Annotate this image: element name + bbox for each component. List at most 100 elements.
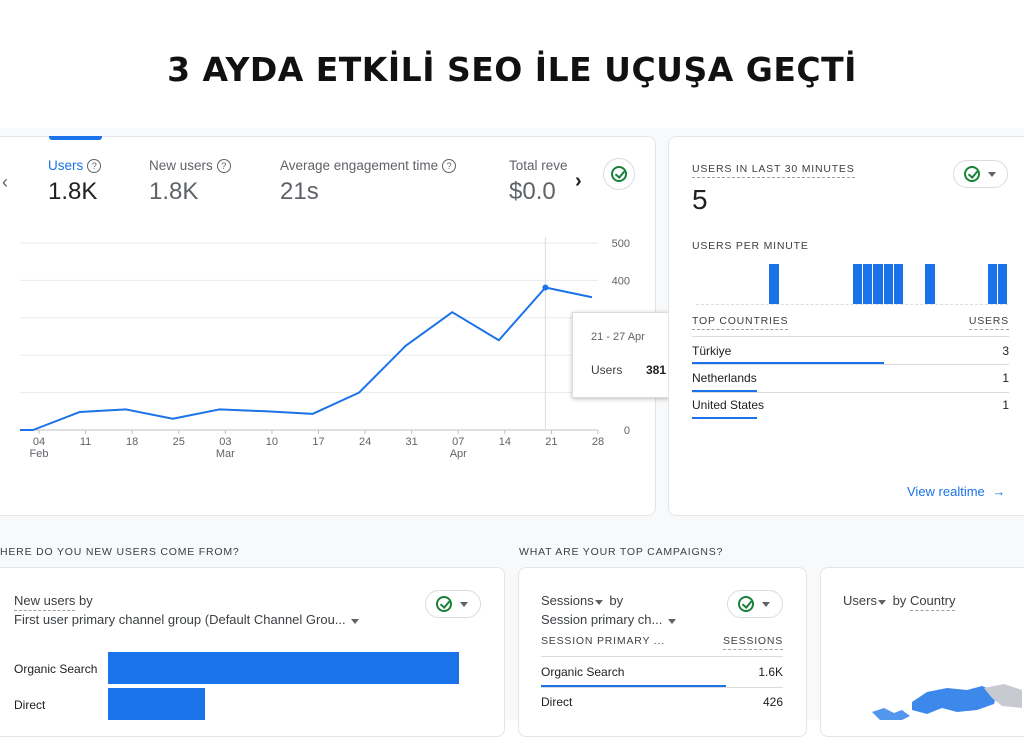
new-users-status-dropdown[interactable] (425, 590, 481, 618)
help-icon[interactable]: ? (87, 159, 102, 173)
realtime-status-dropdown[interactable] (953, 160, 1008, 188)
tooltip-label: Users (591, 363, 623, 377)
campaigns-section-heading: WHAT ARE YOUR TOP CAMPAIGNS? (519, 546, 724, 558)
campaigns-status-dropdown[interactable] (727, 590, 783, 618)
x-tick-label: 14 (499, 436, 511, 448)
campaigns-dimension-dropdown[interactable]: Session primary ch... (541, 612, 676, 627)
country-row[interactable]: United States 1 (692, 393, 1009, 421)
country-users: 3 (1002, 344, 1009, 358)
y-tick-label: 500 (612, 238, 630, 250)
campaigns-col2-heading: SESSIONS (723, 635, 784, 650)
active-tab-indicator (49, 136, 102, 140)
divider (541, 687, 783, 688)
caret-down-icon (668, 619, 676, 624)
chevron-left-icon[interactable]: ‹ (2, 172, 8, 193)
metric-revenue-label: Total reve (509, 158, 567, 173)
x-tick-month-label: Apr (450, 448, 467, 460)
caret-down-icon (762, 601, 770, 607)
channel-label: Organic Search (14, 662, 98, 676)
users-per-minute-heading: USERS PER MINUTE (692, 240, 809, 252)
minute-bar (894, 264, 904, 304)
check-circle-icon (436, 596, 452, 612)
check-circle-icon (738, 596, 754, 612)
x-tick-label: 10 (266, 436, 278, 448)
minute-bar (998, 264, 1008, 304)
minute-bar (873, 264, 883, 304)
campaigns-title[interactable]: Sessions by (541, 593, 623, 608)
minute-bar (862, 264, 873, 304)
minute-bar (883, 264, 894, 304)
x-tick-label: 31 (406, 436, 418, 448)
top-countries-heading: TOP COUNTRIES (692, 315, 789, 330)
x-tick-label: 28 (592, 436, 604, 448)
metric-engagement-value: 21s (280, 178, 319, 205)
country-users: 1 (1002, 371, 1009, 385)
view-realtime-link[interactable]: View realtime → (907, 484, 1005, 499)
x-tick-label: 11 (80, 436, 91, 448)
y-tick-label: 400 (612, 275, 630, 287)
metric-new-users-label[interactable]: New users? (149, 158, 231, 173)
caret-down-icon (351, 619, 360, 624)
tooltip-value: 381 (645, 363, 666, 377)
channel-label: Direct (14, 698, 46, 712)
metric-revenue-value: $0.0 (509, 178, 556, 205)
minute-bar (852, 264, 862, 304)
metric-new-users-value: 1.8K (149, 178, 199, 205)
country-share-bar (692, 417, 757, 419)
x-tick-label: 21 (545, 436, 557, 448)
help-icon[interactable]: ? (216, 159, 231, 173)
country-users: 1 (1002, 398, 1009, 412)
world-map (872, 684, 1022, 720)
x-tick-label: 03 (219, 436, 231, 448)
campaigns-col1-heading: SESSION PRIMARY ... (541, 635, 665, 647)
users-per-minute-chart (696, 262, 1008, 305)
metric-revenue-clip[interactable]: Total reve $0.0 (509, 150, 567, 210)
caret-down-icon (460, 601, 468, 607)
users-column-heading: USERS (966, 315, 1009, 330)
realtime-heading: USERS IN LAST 30 MINUTES (692, 163, 855, 178)
help-icon[interactable]: ? (442, 159, 457, 173)
x-tick-label: 25 (173, 436, 185, 448)
minute-bar (769, 264, 779, 304)
x-tick-label: 04 (33, 436, 45, 448)
x-tick-label: 24 (359, 436, 371, 448)
country-row[interactable]: Netherlands 1 (692, 365, 1009, 393)
channel-bar[interactable] (108, 688, 205, 720)
x-tick-label: 17 (312, 436, 324, 448)
minute-bar (987, 264, 998, 304)
campaign-value: 426 (762, 695, 783, 709)
new-users-dimension-dropdown[interactable]: First user primary channel group (Defaul… (14, 612, 360, 627)
metric-engagement-label[interactable]: Average engagement time? (280, 158, 457, 173)
x-tick-month-label: Mar (216, 448, 235, 460)
country-name: Netherlands (692, 371, 757, 385)
country-card-title[interactable]: Users by Country (843, 593, 956, 611)
x-tick-label: 07 (452, 436, 464, 448)
country-name: United States (692, 398, 765, 412)
metric-users-label[interactable]: Users? (48, 158, 102, 173)
campaign-value: 1.6K (758, 665, 783, 679)
country-name: Türkiye (692, 344, 732, 358)
users-data-point (542, 284, 549, 291)
divider (541, 656, 783, 657)
minute-bar (925, 264, 935, 304)
metric-users-value: 1.8K (48, 178, 98, 205)
x-tick-label: 18 (126, 436, 138, 448)
campaign-name: Organic Search (541, 665, 625, 679)
page-title: 3 AYDA ETKİLİ SEO İLE UÇUŞA GEÇTİ (167, 50, 857, 89)
country-row[interactable]: Türkiye 3 (692, 337, 1009, 365)
new-users-title[interactable]: New users by (14, 593, 93, 611)
check-circle-icon[interactable] (603, 158, 635, 190)
new-users-section-heading: HERE DO YOU NEW USERS COME FROM? (0, 546, 240, 558)
users-series-line (20, 286, 593, 431)
y-tick-label: 0 (624, 425, 630, 437)
caret-down-icon (594, 600, 603, 605)
arrow-right-icon: → (992, 484, 1006, 499)
channel-bar[interactable] (108, 652, 459, 684)
caret-down-icon (988, 171, 996, 177)
caret-down-icon (877, 600, 886, 605)
realtime-users-value: 5 (692, 184, 708, 215)
campaign-name: Direct (541, 695, 573, 709)
tooltip-date: 21 - 27 Apr (591, 331, 645, 343)
chevron-right-icon[interactable]: › (575, 170, 582, 193)
x-tick-month-label: Feb (30, 448, 49, 460)
